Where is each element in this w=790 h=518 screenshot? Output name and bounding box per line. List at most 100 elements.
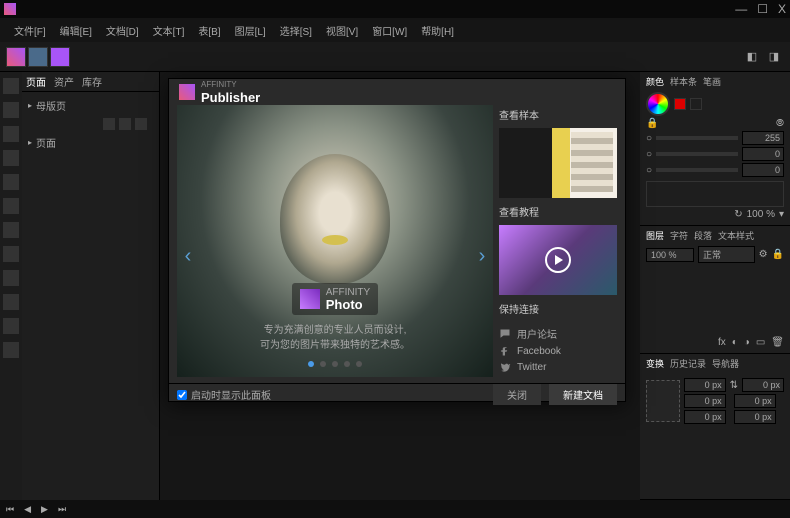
persona-photo-icon[interactable] <box>50 47 70 67</box>
x-input[interactable] <box>684 378 726 392</box>
blend-mode-select[interactable]: 正常 <box>698 246 755 263</box>
menu-edit[interactable]: 编辑[E] <box>54 21 98 40</box>
h-input[interactable] <box>734 394 776 408</box>
fill-tool-icon[interactable] <box>3 222 19 238</box>
menu-select[interactable]: 选择[S] <box>274 21 318 40</box>
crop-tool-icon[interactable] <box>3 270 19 286</box>
color-wheel-icon[interactable] <box>646 92 670 116</box>
persona-designer-icon[interactable] <box>28 47 48 67</box>
canvas[interactable]: AFFINITYPublisher ‹ › AFFINITYPhoto 专为充满… <box>160 72 640 500</box>
tab-stroke[interactable]: 笔画 <box>703 75 721 88</box>
maximize-button[interactable]: ☐ <box>757 2 768 16</box>
nav-next-icon[interactable]: ▶ <box>41 504 48 515</box>
tab-color[interactable]: 颜色 <box>646 75 664 88</box>
menu-file[interactable]: 文件[F] <box>8 21 52 40</box>
menu-window[interactable]: 窗口[W] <box>366 21 413 40</box>
menu-view[interactable]: 视图[V] <box>320 21 364 40</box>
titlebar: — ☐ X <box>0 0 790 18</box>
new-document-button[interactable]: 新建文档 <box>549 384 617 405</box>
nav-prev-icon[interactable]: ◀ <box>24 504 31 515</box>
startup-checkbox[interactable]: 启动时显示此面板 <box>177 387 271 402</box>
frame-tool-icon[interactable] <box>3 150 19 166</box>
tree-pages[interactable]: ▸页面 <box>28 133 153 152</box>
add-layer-icon[interactable]: ▭ <box>756 337 765 348</box>
carousel-next-icon[interactable]: › <box>473 241 491 271</box>
tool-palette <box>0 72 22 500</box>
menu-text[interactable]: 文本[T] <box>147 21 191 40</box>
text-tool-icon[interactable] <box>3 126 19 142</box>
close-button[interactable]: X <box>778 2 786 16</box>
menu-help[interactable]: 帮助[H] <box>415 21 460 40</box>
artboard-tool-icon[interactable] <box>3 102 19 118</box>
lock-icon[interactable]: 🔒 <box>646 118 658 129</box>
menu-document[interactable]: 文档[D] <box>100 21 145 40</box>
adjust-icon[interactable]: ◑ <box>744 337 750 348</box>
tab-swatches[interactable]: 样本条 <box>670 75 697 88</box>
tab-assets[interactable]: 资产 <box>54 74 74 89</box>
link-twitter[interactable]: Twitter <box>499 361 617 373</box>
twitter-icon <box>499 361 511 373</box>
s-input[interactable] <box>734 410 776 424</box>
reset-icon[interactable]: ↻ <box>734 209 742 220</box>
nav-first-icon[interactable]: ⏮ <box>6 504 14 515</box>
layer-opacity-select[interactable]: 100 % <box>646 248 694 262</box>
carousel-prev-icon[interactable]: ‹ <box>179 241 197 271</box>
gear-icon[interactable]: ⚙ <box>759 249 768 260</box>
tab-stock[interactable]: 库存 <box>82 74 102 89</box>
fill-swatch[interactable] <box>674 98 686 110</box>
delete-icon[interactable] <box>135 118 147 130</box>
tab-pages[interactable]: 页面 <box>26 74 46 89</box>
toolbar-icon[interactable]: ◨ <box>764 47 784 67</box>
tab-history[interactable]: 历史记录 <box>670 357 706 370</box>
lock-icon[interactable]: 🔒 <box>772 249 784 260</box>
mask-icon[interactable]: ◐ <box>732 337 738 348</box>
samples-heading: 查看样本 <box>499 105 617 124</box>
opacity-slider-input[interactable] <box>742 131 784 145</box>
toolbar-icon[interactable]: ◧ <box>742 47 762 67</box>
delete-layer-icon[interactable]: 🗑 <box>771 337 784 348</box>
w-input[interactable] <box>742 378 784 392</box>
anchor-selector[interactable] <box>646 380 680 422</box>
pen-tool-icon[interactable] <box>3 174 19 190</box>
shape-tool-icon[interactable] <box>3 198 19 214</box>
tab-navigator[interactable]: 导航器 <box>712 357 739 370</box>
tab-transform[interactable]: 变换 <box>646 357 664 370</box>
slider-input[interactable] <box>742 147 784 161</box>
tab-paragraph[interactable]: 段落 <box>694 229 712 242</box>
add-icon[interactable] <box>103 118 115 130</box>
stroke-swatch[interactable] <box>690 98 702 110</box>
eyedropper-icon[interactable]: ⦾ <box>776 118 784 129</box>
minimize-button[interactable]: — <box>735 2 747 16</box>
hand-tool-icon[interactable] <box>3 342 19 358</box>
picker-tool-icon[interactable] <box>3 294 19 310</box>
tab-layers[interactable]: 图层 <box>646 229 664 242</box>
nav-last-icon[interactable]: ⏭ <box>58 504 66 515</box>
close-welcome-button[interactable]: 关闭 <box>493 384 541 405</box>
sample-thumbnail[interactable] <box>499 128 617 198</box>
layers-list[interactable] <box>646 265 784 335</box>
tutorial-thumbnail[interactable] <box>499 225 617 295</box>
carousel-dots[interactable] <box>308 361 362 367</box>
move-tool-icon[interactable] <box>3 78 19 94</box>
app-icon <box>4 3 16 15</box>
welcome-dialog: AFFINITYPublisher ‹ › AFFINITYPhoto 专为充满… <box>168 78 626 402</box>
link-facebook[interactable]: Facebook <box>499 345 617 357</box>
statusbar: ⏮ ◀ ▶ ⏭ <box>0 500 790 518</box>
options-icon[interactable] <box>119 118 131 130</box>
menu-layer[interactable]: 图层[L] <box>229 21 272 40</box>
welcome-brand: AFFINITYPublisher <box>201 79 260 105</box>
tab-textstyles[interactable]: 文本样式 <box>718 229 754 242</box>
fx-icon[interactable]: fx <box>718 337 726 348</box>
slider-input[interactable] <box>742 163 784 177</box>
tab-character[interactable]: 字符 <box>670 229 688 242</box>
y-input[interactable] <box>684 394 726 408</box>
persona-publisher-icon[interactable] <box>6 47 26 67</box>
r-input[interactable] <box>684 410 726 424</box>
link-icon[interactable]: ⇅ <box>730 380 738 391</box>
zoom-tool-icon[interactable] <box>3 318 19 334</box>
photo-app-icon <box>300 289 320 309</box>
tree-master-pages[interactable]: ▸母版页 <box>28 96 153 115</box>
menu-table[interactable]: 表[B] <box>192 21 226 40</box>
transparency-tool-icon[interactable] <box>3 246 19 262</box>
link-forum[interactable]: 用户论坛 <box>499 326 617 341</box>
